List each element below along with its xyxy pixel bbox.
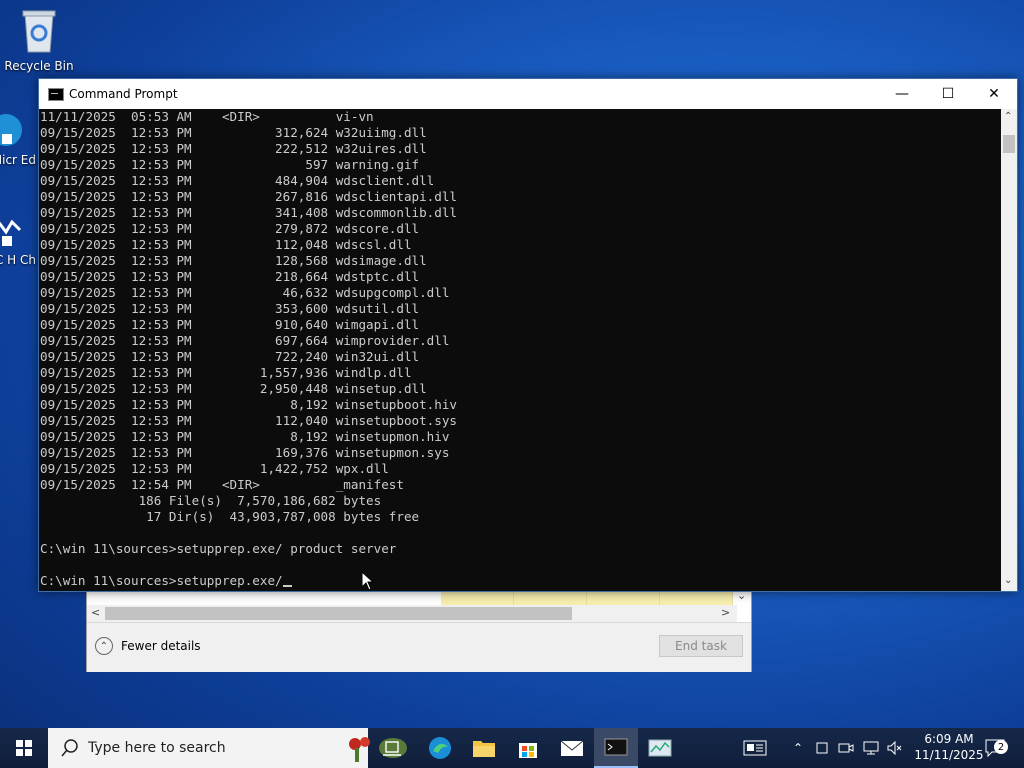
task-view-button[interactable]	[370, 728, 414, 768]
task-manager-window: ⌄ < > ⌃ Fewer details End task	[86, 588, 752, 672]
console-line: 09/15/2025 12:53 PM 222,512 w32uires.dll	[40, 141, 427, 156]
console-line: 09/15/2025 12:53 PM 169,376 winsetupmon.…	[40, 445, 450, 460]
start-button[interactable]	[0, 728, 48, 768]
recycle-bin-graphic	[22, 10, 56, 53]
console-line: 11/11/2025 05:53 AM <DIR> vi-vn	[40, 109, 374, 124]
edge-icon	[429, 737, 451, 759]
fewer-details-label: Fewer details	[121, 639, 201, 653]
vertical-scrollbar[interactable]: ⌃ ⌄	[1001, 109, 1017, 591]
scroll-down-icon[interactable]: ⌄	[1004, 575, 1012, 586]
title-bar[interactable]: Command Prompt — ☐ ✕	[39, 79, 1017, 109]
windows-logo-icon	[16, 740, 32, 756]
task-manager-taskbar-button[interactable]	[638, 728, 682, 768]
meet-now-button[interactable]	[836, 728, 856, 768]
pc-health-shortcut-icon[interactable]: PC H Ch	[0, 212, 36, 267]
console-line: 09/15/2025 12:53 PM 46,632 wdsupgcompl.d…	[40, 285, 450, 300]
news-widget-button[interactable]	[740, 728, 770, 768]
console-line: 09/15/2025 12:53 PM 353,600 wdsutil.dll	[40, 301, 420, 316]
console-line: 09/15/2025 12:53 PM 722,240 win32ui.dll	[40, 349, 420, 364]
console-line: 09/15/2025 12:53 PM 8,192 winsetupmon.hi…	[40, 429, 450, 444]
show-hidden-icons-button[interactable]: ⌃	[788, 728, 808, 768]
console-line: 09/15/2025 12:53 PM 312,624 w32uiimg.dll	[40, 125, 427, 140]
horizontal-scrollbar[interactable]: < >	[87, 605, 737, 622]
recycle-bin-label: Recycle Bin	[4, 59, 74, 73]
edge-desktop-graphic	[0, 114, 22, 146]
console-line: C:\win 11\sources>setupprep.exe/ product…	[40, 541, 397, 556]
close-button[interactable]: ✕	[971, 79, 1017, 109]
network-button[interactable]	[860, 728, 882, 768]
scroll-up-icon[interactable]: ⌃	[1004, 111, 1012, 122]
scroll-thumb[interactable]	[105, 607, 572, 620]
pc-health-graphic	[0, 219, 22, 246]
edge-shortcut-icon[interactable]: Micr Ed	[0, 112, 36, 167]
file-explorer-button[interactable]	[462, 728, 506, 768]
command-prompt-window[interactable]: Command Prompt — ☐ ✕ 11/11/2025 05:53 AM…	[38, 78, 1018, 592]
end-task-button[interactable]: End task	[659, 635, 743, 657]
terminal-icon	[604, 738, 628, 756]
search-box[interactable]: Type here to search	[48, 728, 407, 768]
chevron-up-icon: ⌃	[792, 741, 804, 755]
console-line: 09/15/2025 12:53 PM 128,568 wdsimage.dll	[40, 253, 427, 268]
console-line: 09/15/2025 12:53 PM 279,872 wdscore.dll	[40, 221, 420, 236]
console-line: 09/15/2025 12:53 PM 267,816 wdsclientapi…	[40, 189, 458, 204]
console-output[interactable]: 11/11/2025 05:53 AM <DIR> vi-vn 09/15/202…	[39, 109, 1001, 591]
minimize-button[interactable]: —	[879, 79, 925, 109]
microsoft-store-button[interactable]	[506, 728, 550, 768]
console-line: 09/15/2025 12:53 PM 697,664 wimprovider.…	[40, 333, 450, 348]
console-line: 09/15/2025 12:53 PM 218,664 wdstptc.dll	[40, 269, 420, 284]
news-icon	[743, 740, 767, 756]
notification-badge: 2	[994, 740, 1008, 754]
fewer-details-button[interactable]: ⌃ Fewer details	[95, 637, 201, 655]
console-line: 09/15/2025 12:53 PM 1,557,936 windlp.dll	[40, 365, 412, 380]
mail-icon	[560, 740, 584, 756]
console-line: 09/15/2025 12:53 PM 8,192 winsetupboot.h…	[40, 397, 458, 412]
scroll-left-icon[interactable]: <	[91, 606, 100, 619]
edge-shortcut-label: Micr Ed	[0, 153, 36, 167]
chevron-up-icon: ⌃	[95, 637, 113, 655]
tray-app-icon[interactable]	[812, 728, 832, 768]
clock[interactable]: 6:09 AM 11/11/2025	[914, 731, 984, 763]
console-line: 09/15/2025 12:53 PM 597 warning.gif	[40, 157, 420, 172]
square-tray-icon	[816, 742, 828, 754]
camera-icon	[838, 743, 854, 753]
scroll-right-icon[interactable]: >	[721, 606, 730, 619]
scroll-thumb[interactable]	[1003, 135, 1015, 153]
recycle-bin-icon[interactable]: Recycle Bin	[1, 8, 77, 73]
volume-button[interactable]	[884, 728, 906, 768]
mail-button[interactable]	[550, 728, 594, 768]
store-icon	[519, 743, 537, 758]
task-manager-footer: ⌃ Fewer details End task	[87, 622, 751, 672]
clock-date: 11/11/2025	[914, 748, 984, 762]
console-line: 09/15/2025 12:54 PM <DIR> _manifest	[40, 477, 404, 492]
speaker-muted-icon	[887, 741, 902, 755]
search-placeholder: Type here to search	[88, 740, 226, 756]
console-line: 09/15/2025 12:53 PM 2,950,448 winsetup.d…	[40, 381, 427, 396]
pc-health-shortcut-label: PC H Ch	[0, 253, 36, 267]
taskbar: Type here to search ⌃ 6:09 AM 11/11/2025…	[0, 728, 1024, 768]
console-line: 09/15/2025 12:53 PM 484,904 wdsclient.dl…	[40, 173, 435, 188]
console-line: 09/15/2025 12:53 PM 341,408 wdscommonlib…	[40, 205, 458, 220]
edge-taskbar-button[interactable]	[418, 728, 462, 768]
console-line: 09/15/2025 12:53 PM 112,040 winsetupboot…	[40, 413, 458, 428]
notification-center-button[interactable]: 2	[980, 728, 1010, 768]
command-prompt-taskbar-button[interactable]	[594, 728, 638, 768]
console-line: C:\win 11\sources>setupprep.exe/	[40, 573, 283, 588]
console-line: 17 Dir(s) 43,903,787,008 bytes free	[40, 509, 420, 524]
maximize-button[interactable]: ☐	[925, 79, 971, 109]
console-line: 09/15/2025 12:53 PM 112,048 wdscsl.dll	[40, 237, 412, 252]
folder-icon	[473, 741, 495, 757]
network-icon	[863, 741, 879, 755]
window-title: Command Prompt	[69, 87, 178, 101]
text-cursor	[283, 585, 293, 587]
mouse-pointer-icon	[361, 571, 375, 591]
console-line: 09/15/2025 12:53 PM 910,640 wimgapi.dll	[40, 317, 420, 332]
task-view-icon	[383, 741, 401, 756]
console-icon	[48, 88, 64, 101]
console-line: 09/15/2025 12:53 PM 1,422,752 wpx.dll	[40, 461, 389, 476]
console-line: 186 File(s) 7,570,186,682 bytes	[40, 493, 382, 508]
task-manager-icon	[648, 739, 672, 757]
clock-time: 6:09 AM	[924, 732, 974, 746]
search-icon	[61, 739, 78, 757]
